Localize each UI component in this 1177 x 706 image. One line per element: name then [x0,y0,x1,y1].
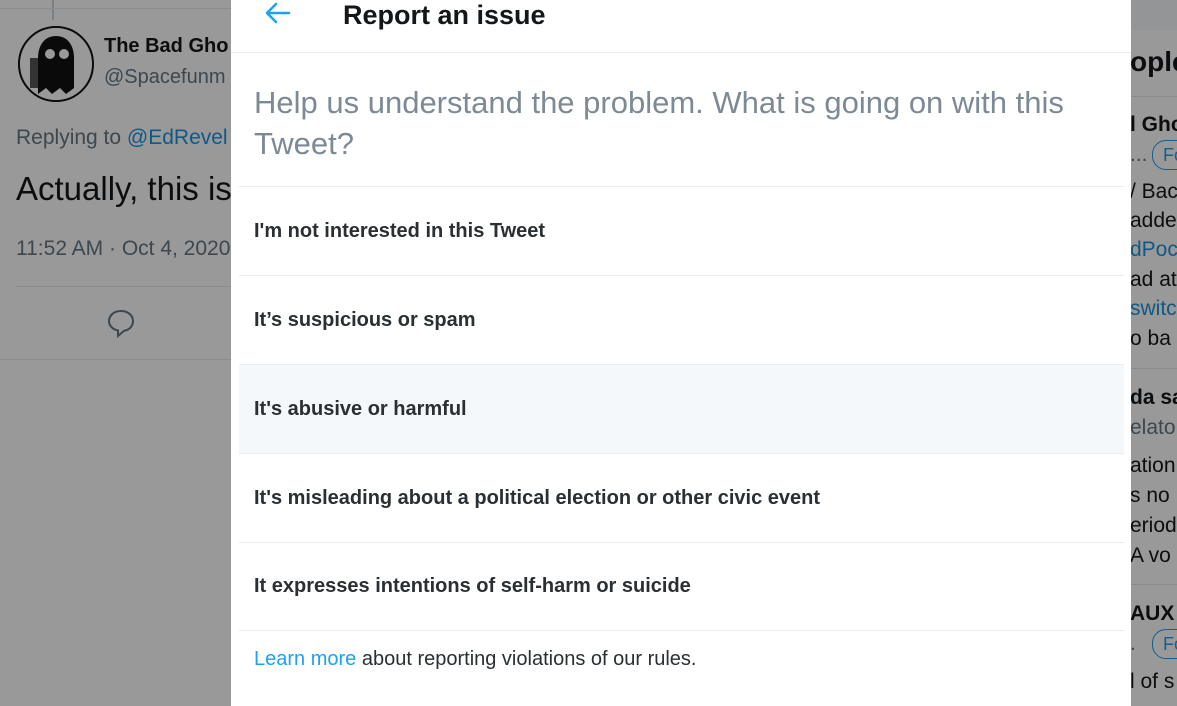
option-not-interested[interactable]: I'm not interested in this Tweet [239,186,1124,275]
modal-header: Report an issue [231,0,1131,53]
report-options-list: I'm not interested in this Tweet It’s su… [239,186,1124,631]
learn-more-link[interactable]: Learn more [254,648,356,670]
arrow-left-icon [265,2,291,24]
option-misleading-election[interactable]: It's misleading about a political electi… [239,453,1124,542]
modal-title: Report an issue [343,0,546,30]
option-self-harm[interactable]: It expresses intentions of self-harm or … [239,542,1124,631]
option-suspicious-spam[interactable]: It’s suspicious or spam [239,275,1124,364]
report-footer: Learn more about reporting violations of… [254,648,696,671]
footer-text: about reporting violations of our rules. [356,648,697,670]
report-modal: Report an issue Help us understand the p… [231,0,1131,706]
back-button[interactable] [259,0,295,30]
report-prompt: Help us understand the problem. What is … [254,85,1064,161]
option-abusive-harmful[interactable]: It's abusive or harmful [239,364,1124,453]
